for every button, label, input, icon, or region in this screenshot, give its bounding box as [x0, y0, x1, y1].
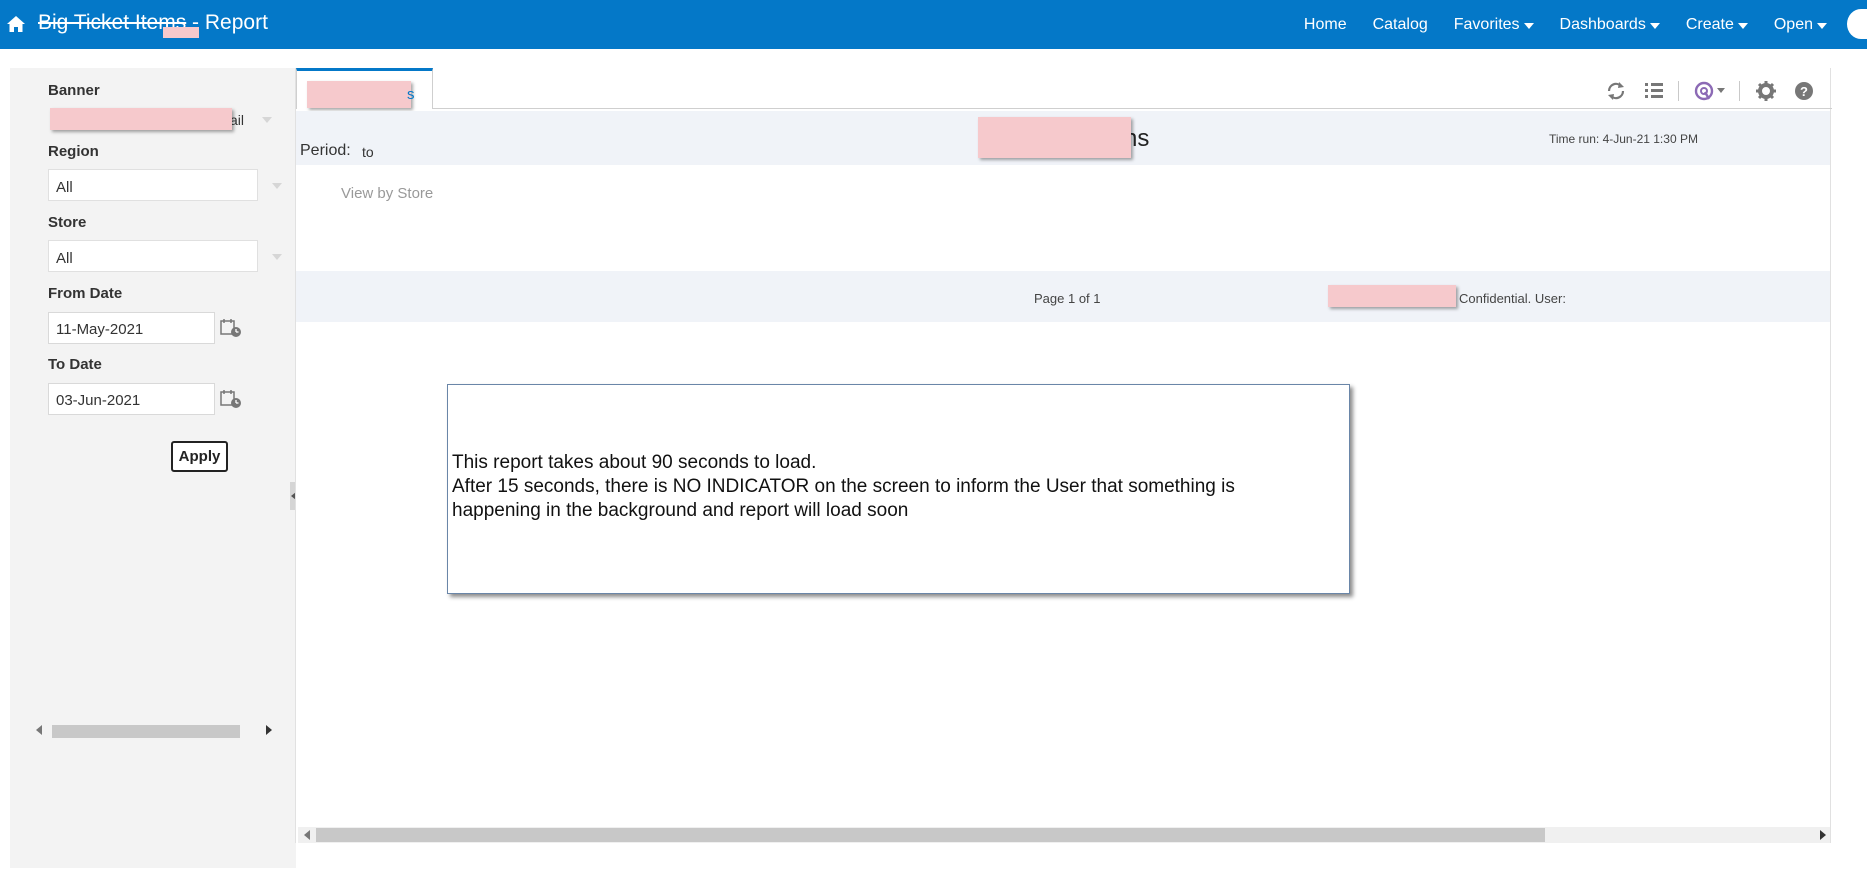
nav-home[interactable]: Home	[1304, 16, 1347, 34]
scroll-right-icon[interactable]	[1820, 830, 1826, 840]
nav-dashboards-label: Dashboards	[1559, 15, 1646, 33]
report-footer-band: Page 1 of 1 Confidential. User:	[296, 271, 1830, 322]
tab-report-label: s	[407, 86, 415, 103]
settings-icon[interactable]	[1754, 80, 1778, 102]
top-header: Big Ticket Items - Report Home Catalog F…	[0, 0, 1867, 49]
analyze-icon[interactable]	[1693, 80, 1727, 102]
store-label: Store	[48, 214, 87, 231]
confidential-user: Confidential. User:	[1459, 291, 1566, 306]
calendar-icon[interactable]	[220, 389, 242, 409]
svg-text:?: ?	[1800, 84, 1808, 99]
home-icon[interactable]	[6, 15, 26, 33]
period-to: to	[362, 144, 374, 160]
scrollbar-thumb[interactable]	[52, 725, 240, 738]
from-date-input[interactable]: 11-May-2021	[48, 312, 215, 344]
nav-dashboards[interactable]: Dashboards	[1560, 16, 1660, 34]
report-toolbar: ?	[1590, 80, 1816, 102]
list-icon[interactable]	[1642, 80, 1666, 102]
view-by-store-link[interactable]: View by Store	[341, 185, 433, 202]
nav-favorites-label: Favorites	[1453, 15, 1520, 33]
user-icon[interactable]	[1847, 9, 1867, 39]
report-area: s ? Period: to ns Time run: 4-Jun-21 1:3…	[295, 68, 1832, 843]
to-date-label: To Date	[48, 356, 102, 373]
toolbar-divider	[1678, 81, 1679, 101]
redaction-block	[1328, 285, 1456, 307]
store-select[interactable]: All	[48, 240, 258, 272]
tab-report[interactable]: s	[296, 68, 433, 109]
apply-button[interactable]: Apply	[171, 441, 228, 472]
chevron-down-icon	[1523, 23, 1534, 29]
nav-catalog[interactable]: Catalog	[1373, 16, 1428, 34]
nav-open[interactable]: Open	[1774, 16, 1827, 34]
region-select[interactable]: All	[48, 169, 258, 201]
calendar-icon[interactable]	[220, 318, 242, 338]
main-nav: Home Catalog Favorites Dashboards Create…	[1278, 0, 1827, 49]
scroll-right-icon[interactable]	[266, 725, 272, 735]
redaction-block	[978, 117, 1131, 158]
banner-select[interactable]	[50, 108, 232, 130]
chevron-down-icon	[1649, 23, 1660, 29]
redaction-block	[307, 81, 411, 108]
report-scrollbar[interactable]	[298, 827, 1830, 843]
prompt-panel: Banner ail Region All Store All From Dat…	[10, 68, 298, 868]
to-date-input[interactable]: 03-Jun-2021	[48, 383, 215, 415]
annotation-callout: This report takes about 90 seconds to lo…	[447, 384, 1350, 594]
refresh-icon[interactable]	[1604, 80, 1628, 102]
annotation-line-3: happening in the background and report w…	[452, 500, 909, 521]
tab-divider	[433, 108, 1832, 109]
page-info: Page 1 of 1	[1034, 291, 1101, 306]
scroll-left-icon[interactable]	[36, 725, 42, 735]
annotation-line-2: After 15 seconds, there is NO INDICATOR …	[452, 476, 1235, 497]
redaction-block	[163, 27, 199, 38]
time-run: Time run: 4-Jun-21 1:30 PM	[1549, 132, 1698, 146]
scroll-left-icon[interactable]	[304, 830, 310, 840]
chevron-down-icon[interactable]	[272, 183, 282, 189]
nav-favorites[interactable]: Favorites	[1454, 16, 1534, 34]
help-icon[interactable]: ?	[1792, 80, 1816, 102]
toolbar-divider	[1739, 81, 1740, 101]
period-label: Period:	[300, 142, 351, 159]
region-label: Region	[48, 143, 99, 160]
prompt-panel-scrollbar[interactable]	[30, 722, 280, 738]
nav-create[interactable]: Create	[1686, 16, 1748, 34]
chevron-down-icon[interactable]	[272, 254, 282, 260]
from-date-label: From Date	[48, 285, 123, 302]
chevron-down-icon	[1817, 23, 1827, 29]
chevron-down-icon	[1737, 23, 1748, 29]
app-title: Big Ticket Items - Report	[38, 11, 268, 35]
report-title-band: Period: to ns Time run: 4-Jun-21 1:30 PM	[296, 111, 1830, 165]
scrollbar-thumb[interactable]	[316, 828, 1545, 842]
chevron-down-icon[interactable]	[262, 117, 272, 123]
annotation-line-1: This report takes about 90 seconds to lo…	[452, 452, 817, 473]
banner-label: Banner	[48, 82, 100, 99]
nav-create-label: Create	[1685, 15, 1734, 33]
nav-catalog-label: Catalog	[1372, 15, 1428, 33]
banner-value-tail: ail	[230, 112, 245, 128]
nav-open-label: Open	[1773, 15, 1813, 33]
nav-home-label: Home	[1303, 15, 1347, 33]
